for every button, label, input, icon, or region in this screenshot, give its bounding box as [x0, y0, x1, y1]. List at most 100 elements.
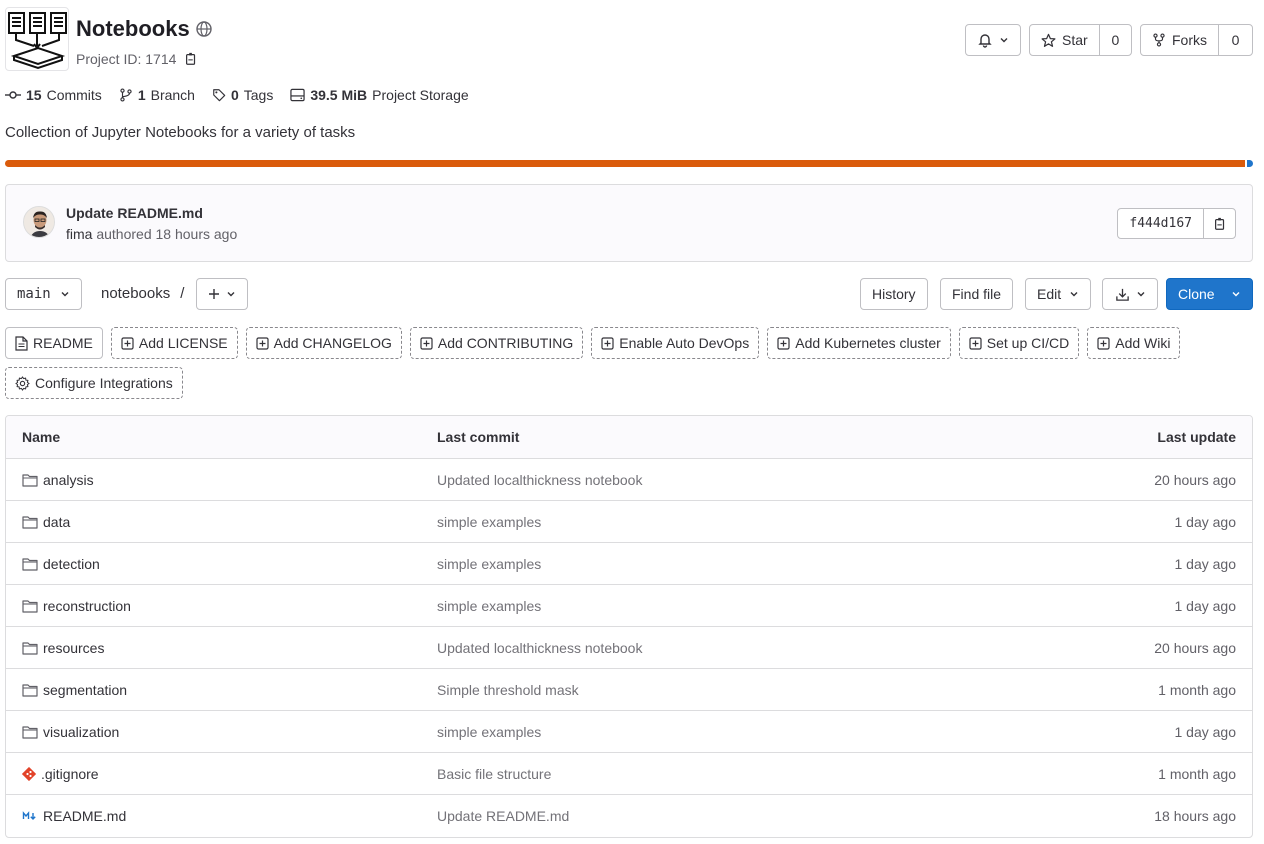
star-icon: [1041, 33, 1056, 48]
table-row[interactable]: README.md Update README.md 18 hours ago: [6, 795, 1252, 837]
star-label-area[interactable]: Star: [1030, 25, 1100, 55]
table-row[interactable]: .gitignore Basic file structure 1 month ag…: [6, 753, 1252, 795]
clone-button[interactable]: Clone: [1166, 278, 1253, 310]
branch-name: main: [17, 286, 51, 302]
folder-icon: [22, 473, 38, 487]
avatar[interactable]: [23, 206, 55, 238]
branches-link[interactable]: 1 Branch: [119, 87, 195, 103]
storage-label: Project Storage: [372, 87, 469, 103]
plus-icon: [208, 288, 220, 300]
plus-square-icon: [777, 336, 790, 350]
set-up-cicd-button[interactable]: Set up CI/CD: [958, 327, 1080, 359]
add-to-tree-button[interactable]: [196, 278, 248, 310]
language-segment-primary[interactable]: [5, 160, 1245, 167]
last-commit-link[interactable]: Updated localthickness notebook: [437, 472, 642, 488]
fork-icon: [1152, 33, 1166, 47]
tags-label: Tags: [243, 87, 274, 103]
repository-toolbar: main notebooks / History Find file Edit …: [5, 278, 1253, 310]
file-name-cell: visualization: [6, 724, 437, 740]
table-row[interactable]: segmentation Simple threshold mask 1 month…: [6, 669, 1252, 711]
add-contributing-label: Add CONTRIBUTING: [437, 335, 574, 351]
download-button[interactable]: [1102, 278, 1158, 310]
file-name-link[interactable]: data: [43, 514, 70, 530]
language-segment-secondary[interactable]: [1247, 160, 1253, 167]
table-header: Name Last commit Last update: [6, 416, 1252, 459]
last-commit-link[interactable]: Basic file structure: [437, 766, 551, 782]
commit-sha[interactable]: f444d167: [1118, 209, 1204, 238]
table-row[interactable]: resources Updated localthickness notebook…: [6, 627, 1252, 669]
table-row[interactable]: data simple examples 1 day ago: [6, 501, 1252, 543]
breadcrumb-root[interactable]: notebooks: [101, 285, 170, 302]
last-update-cell: 1 month ago: [1158, 681, 1236, 698]
last-commit-link[interactable]: Updated localthickness notebook: [437, 640, 642, 656]
star-button[interactable]: Star 0: [1029, 24, 1132, 56]
readme-button[interactable]: README: [5, 327, 103, 359]
add-wiki-button[interactable]: Add Wiki: [1087, 327, 1181, 359]
last-commit-link[interactable]: simple examples: [437, 556, 541, 572]
notifications-button[interactable]: [965, 24, 1021, 56]
copy-icon[interactable]: [184, 52, 198, 66]
commits-link[interactable]: 15 Commits: [5, 87, 102, 103]
table-row[interactable]: visualization simple examples 1 day ago: [6, 711, 1252, 753]
add-contributing-button[interactable]: Add CONTRIBUTING: [409, 327, 584, 359]
forks-label: Forks: [1172, 32, 1207, 48]
repository-language-bar[interactable]: [5, 160, 1253, 167]
table-row[interactable]: reconstruction simple examples 1 day ago: [6, 585, 1252, 627]
last-commit-link[interactable]: simple examples: [437, 514, 541, 530]
folder-icon: [22, 515, 38, 529]
project-description: Collection of Jupyter Notebooks for a va…: [5, 124, 356, 141]
forks-button[interactable]: Forks 0: [1140, 24, 1253, 56]
file-name-link[interactable]: detection: [43, 556, 100, 572]
chevron-down-icon: [999, 35, 1009, 45]
forks-count[interactable]: 0: [1219, 25, 1252, 55]
last-commit-cell: simple examples: [437, 598, 992, 614]
last-commit-panel: Update README.md fima authored 18 hours …: [5, 184, 1253, 262]
star-label: Star: [1062, 32, 1088, 48]
last-commit-cell: simple examples: [437, 724, 992, 740]
add-kubernetes-cluster-button[interactable]: Add Kubernetes cluster: [767, 327, 951, 359]
add-changelog-button[interactable]: Add CHANGELOG: [245, 327, 402, 359]
last-commit-link[interactable]: Simple threshold mask: [437, 682, 579, 698]
storage-link[interactable]: 39.5 MiB Project Storage: [290, 87, 469, 103]
copy-sha-button[interactable]: [1204, 209, 1235, 238]
edit-button[interactable]: Edit: [1025, 278, 1092, 310]
file-name-link[interactable]: segmentation: [43, 682, 127, 698]
project-title[interactable]: Notebooks: [76, 16, 190, 42]
settings-gear-icon: [15, 375, 30, 391]
breadcrumb-separator: /: [180, 285, 185, 302]
table-row[interactable]: detection simple examples 1 day ago: [6, 543, 1252, 585]
file-name-link[interactable]: visualization: [43, 724, 119, 740]
add-license-button[interactable]: Add LICENSE: [110, 327, 238, 359]
enable-auto-devops-button[interactable]: Enable Auto DevOps: [591, 327, 760, 359]
copy-icon: [1213, 217, 1227, 231]
star-count[interactable]: 0: [1100, 25, 1131, 55]
find-file-button[interactable]: Find file: [940, 278, 1014, 310]
last-commit-link[interactable]: simple examples: [437, 598, 541, 614]
file-name-link[interactable]: README.md: [43, 808, 126, 824]
file-name-link[interactable]: .gitignore: [41, 766, 99, 782]
last-commit-link[interactable]: simple examples: [437, 724, 541, 740]
forks-label-area[interactable]: Forks: [1141, 25, 1219, 55]
branch-icon: [119, 88, 133, 102]
chevron-down-icon: [1231, 289, 1241, 299]
file-name-link[interactable]: analysis: [43, 472, 94, 488]
folder-icon: [22, 599, 38, 613]
folder-icon: [22, 641, 38, 655]
file-name-link[interactable]: reconstruction: [43, 598, 131, 614]
add-kubernetes-cluster-label: Add Kubernetes cluster: [795, 335, 941, 351]
project-avatar[interactable]: [5, 7, 69, 71]
branch-switcher[interactable]: main: [5, 278, 82, 310]
last-update-cell: 20 hours ago: [1154, 639, 1236, 656]
commit-title[interactable]: Update README.md: [66, 205, 203, 221]
table-row[interactable]: analysis Updated localthickness notebook 2…: [6, 459, 1252, 501]
edit-label: Edit: [1037, 286, 1062, 302]
history-button[interactable]: History: [860, 278, 928, 310]
tags-count: 0: [230, 87, 239, 103]
last-commit-link[interactable]: Update README.md: [437, 808, 569, 824]
tags-link[interactable]: 0 Tags: [212, 87, 273, 103]
configure-integrations-button[interactable]: Configure Integrations: [5, 367, 183, 399]
disk-icon: [290, 88, 306, 102]
commit-author[interactable]: fima: [66, 226, 92, 242]
file-name-link[interactable]: resources: [43, 640, 104, 656]
file-name-cell: README.md: [6, 808, 437, 824]
